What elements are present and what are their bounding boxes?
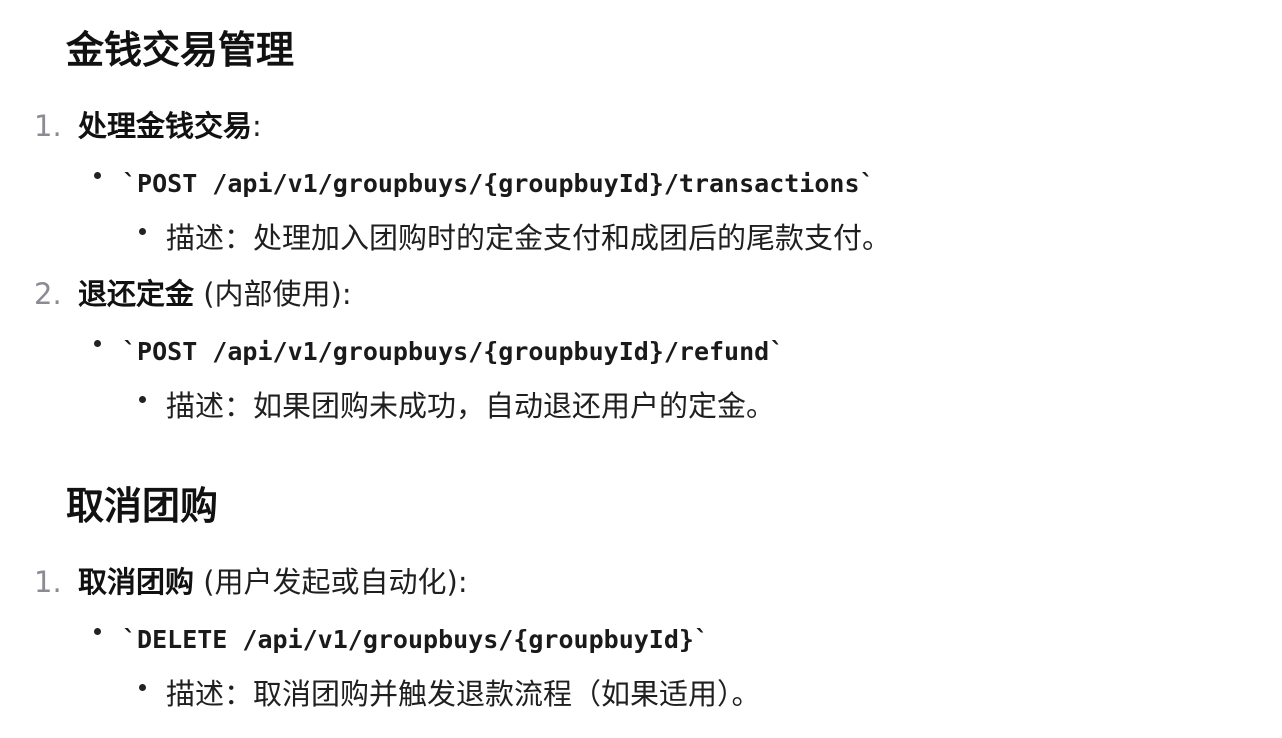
list-item-heading: 退还定金 (内部使用): — [78, 276, 352, 312]
list-item-suffix: : — [252, 109, 262, 143]
list-item-suffix: (内部使用): — [194, 277, 352, 311]
list-item-heading: 取消团购 (用户发起或自动化): — [78, 564, 468, 600]
list-number: 2. — [34, 277, 62, 311]
api-endpoint: `POST /api/v1/groupbuys/{groupbuyId}/ref… — [122, 337, 785, 366]
list-item-label: 取消团购 — [78, 565, 195, 599]
list-number: 1. — [34, 109, 62, 143]
list-item-suffix: (用户发起或自动化): — [194, 565, 468, 599]
section-title-money-transactions: 金钱交易管理 — [66, 28, 295, 72]
section-title-cancel-groupbuy: 取消团购 — [66, 484, 219, 528]
list-item-heading: 处理金钱交易: — [78, 108, 262, 144]
bullet-icon — [94, 340, 101, 347]
api-endpoint: `DELETE /api/v1/groupbuys/{groupbuyId}` — [122, 625, 709, 654]
bullet-icon — [94, 628, 101, 635]
bullet-icon — [139, 396, 146, 403]
list-item-label: 退还定金 — [78, 277, 195, 311]
endpoint-description: 描述：处理加入团购时的定金支付和成团后的尾款支付。 — [166, 221, 892, 255]
api-endpoint: `POST /api/v1/groupbuys/{groupbuyId}/tra… — [122, 169, 875, 198]
endpoint-description: 描述：如果团购未成功，自动退还用户的定金。 — [166, 389, 776, 423]
bullet-icon — [94, 172, 101, 179]
bullet-icon — [139, 228, 146, 235]
document-content: 金钱交易管理 1. 处理金钱交易: `POST /api/v1/groupbuy… — [0, 0, 1282, 738]
list-number: 1. — [34, 565, 62, 599]
list-item-label: 处理金钱交易 — [78, 109, 253, 143]
bullet-icon — [139, 684, 146, 691]
endpoint-description: 描述：取消团购并触发退款流程（如果适用）。 — [166, 677, 761, 711]
